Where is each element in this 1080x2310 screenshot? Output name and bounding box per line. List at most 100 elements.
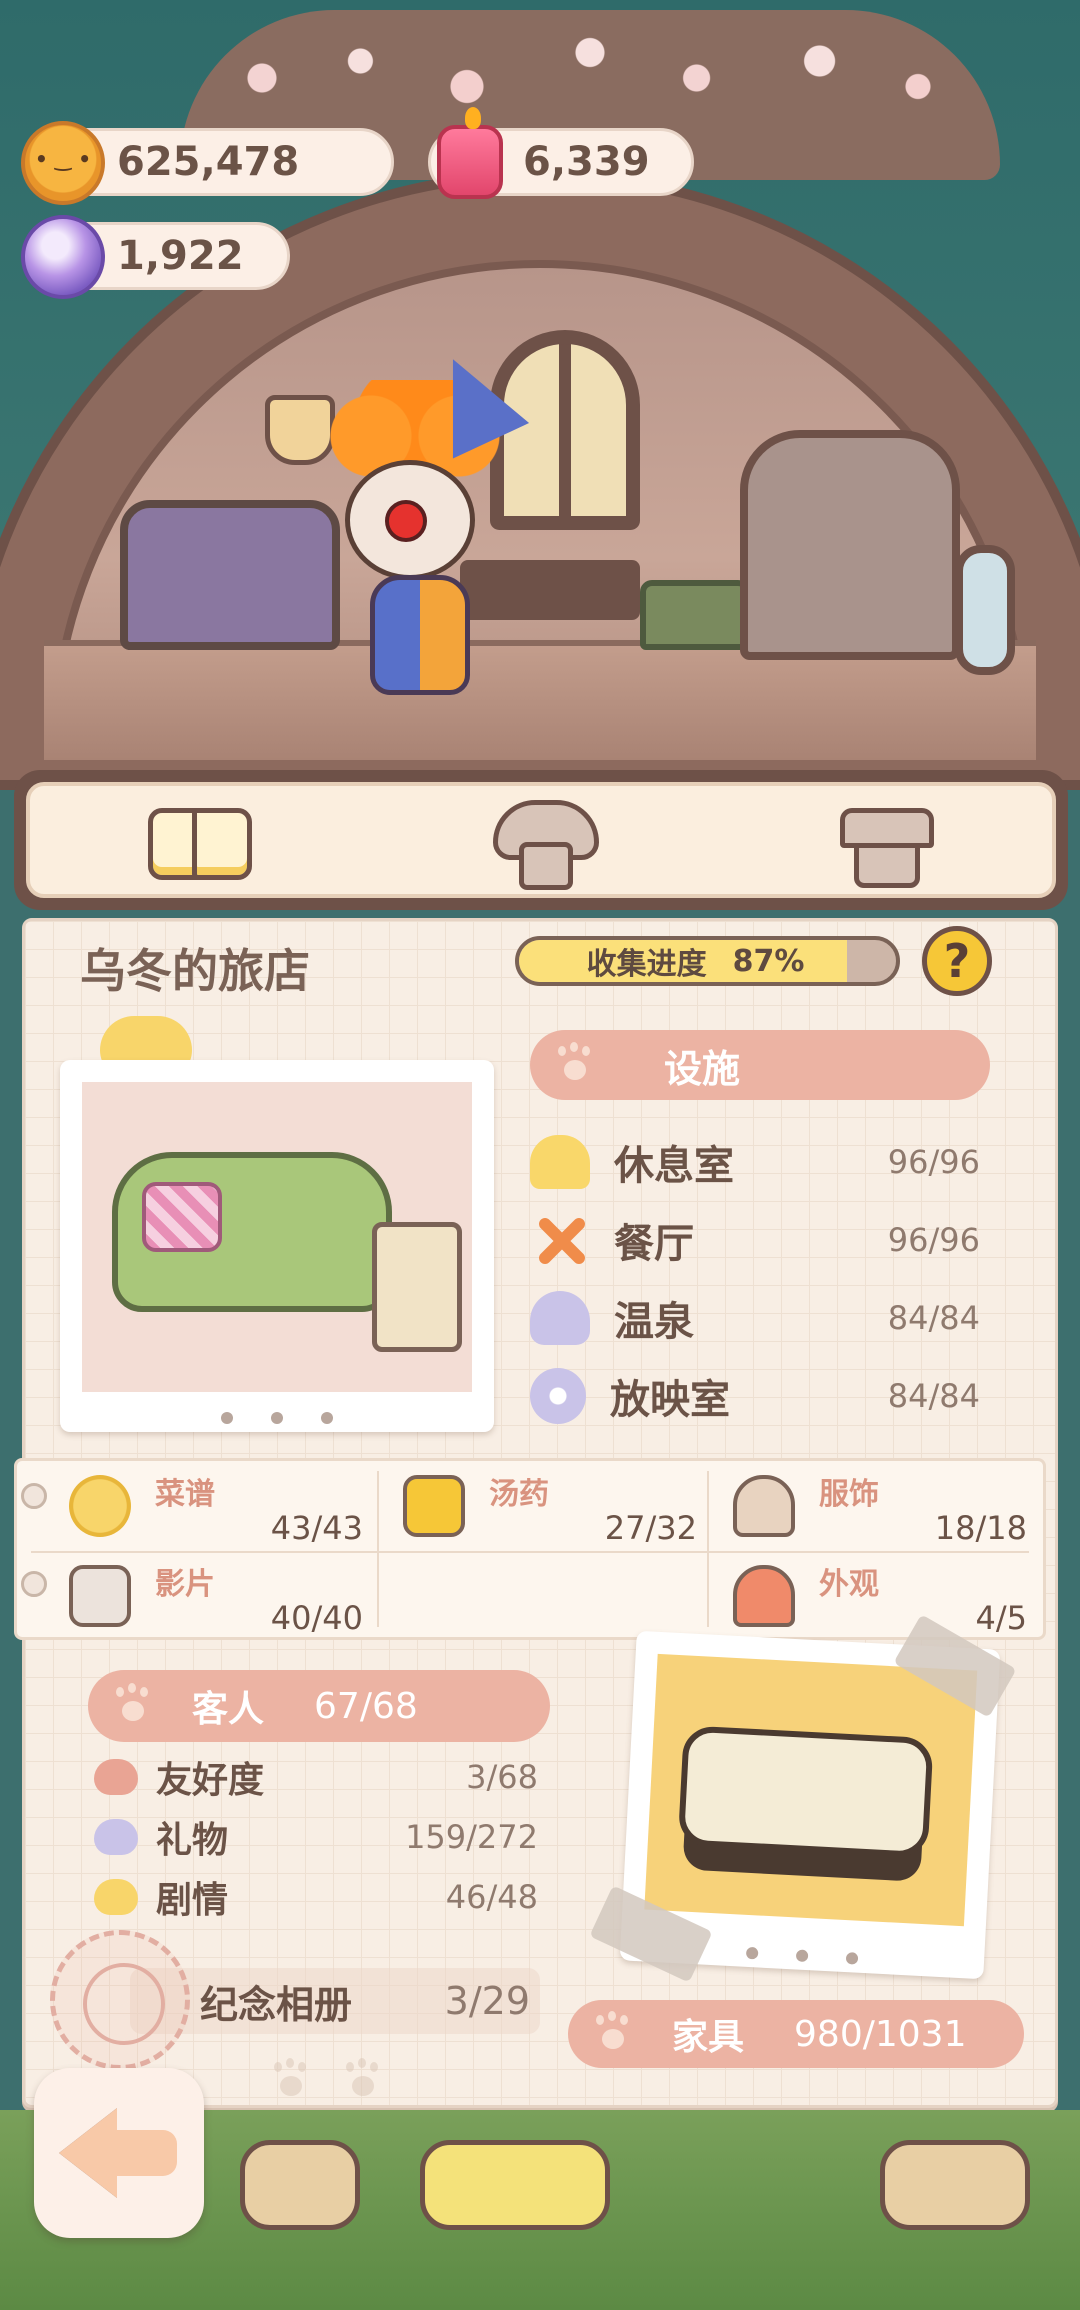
- bottom-building: [880, 2140, 1030, 2230]
- candle-currency[interactable]: 6,339: [428, 107, 694, 199]
- collection-name: 影片: [155, 1567, 215, 1602]
- cookie-icon: [21, 121, 105, 205]
- facility-count: 84/84: [887, 1377, 980, 1415]
- dining-icon: [530, 1213, 590, 1267]
- collection-progress-bar: 收集进度 87%: [515, 936, 900, 986]
- facility-row-hot-spring[interactable]: 温泉 84/84: [530, 1288, 980, 1348]
- tab-hotel[interactable]: [481, 795, 601, 890]
- pagination-dot[interactable]: [271, 1412, 283, 1424]
- guest-stat-friendship[interactable]: 友好度 3/68: [94, 1752, 538, 1802]
- photo-pagination: [60, 1412, 494, 1424]
- gift-heart-icon: [94, 1819, 138, 1855]
- facility-row-cinema[interactable]: 放映室 84/84: [530, 1366, 980, 1426]
- furniture-count: 980/1031: [794, 2013, 967, 2055]
- room-scene: [0, 0, 1080, 790]
- progress-value: 87%: [732, 943, 805, 979]
- mushroom-house-icon: [733, 1565, 795, 1627]
- facility-name: 餐厅: [614, 1221, 694, 1267]
- clapperboard-icon: [69, 1565, 131, 1627]
- collection-exterior[interactable]: 外观 4/5: [709, 1555, 1039, 1645]
- guest-stat-gifts[interactable]: 礼物 159/272: [94, 1812, 538, 1862]
- facilities-header[interactable]: 设施: [530, 1030, 990, 1100]
- potion-jar-icon: [403, 1475, 465, 1537]
- facilities-label: 设施: [664, 1046, 741, 1091]
- heart-icon: [94, 1759, 138, 1795]
- collection-outfits[interactable]: 服饰 18/18: [709, 1465, 1039, 1555]
- facility-name: 温泉: [614, 1299, 694, 1345]
- guests-header[interactable]: 客人 67/68: [88, 1670, 550, 1742]
- facility-row-lounge[interactable]: 休息室 96/96: [530, 1132, 980, 1192]
- shirt-icon: [839, 802, 934, 888]
- memory-album-row[interactable]: 纪念相册 3/29: [130, 1968, 540, 2034]
- collection-potions[interactable]: 汤药 27/32: [379, 1465, 709, 1555]
- postmark-stamp-icon: [50, 1930, 190, 2070]
- bench-illustration: [677, 1725, 934, 1859]
- guest-stat-story[interactable]: 剧情 46/48: [94, 1872, 538, 1922]
- progress-text: 收集进度 87%: [519, 940, 872, 983]
- stat-name: 友好度: [156, 1760, 265, 1801]
- page-title: 乌冬的旅店: [80, 944, 310, 998]
- album-label: 纪念相册: [200, 1982, 353, 2027]
- collection-count: 4/5: [975, 1599, 1028, 1637]
- facility-count: 84/84: [887, 1299, 980, 1337]
- facility-count: 96/96: [887, 1221, 980, 1259]
- side-table-illustration: [372, 1222, 462, 1352]
- pagination-dot[interactable]: [845, 1952, 859, 1965]
- back-arrow-icon: [59, 2108, 179, 2198]
- pagination-dot[interactable]: [745, 1946, 759, 1960]
- collection-name: 菜谱: [155, 1477, 215, 1512]
- wardrobe: [740, 430, 960, 660]
- furniture-header[interactable]: 家具 980/1031: [568, 2000, 1024, 2068]
- facility-row-dining[interactable]: 餐厅 96/96: [530, 1210, 980, 1270]
- back-button[interactable]: [34, 2068, 204, 2238]
- desk: [460, 560, 640, 620]
- furniture-label: 家具: [672, 2017, 745, 2058]
- character-body[interactable]: [370, 575, 470, 695]
- binder-ring: [21, 1571, 47, 1597]
- collection-films[interactable]: 影片 40/40: [45, 1555, 375, 1645]
- bottom-sign: [420, 2140, 610, 2230]
- paw-print-icon: [344, 2062, 380, 2098]
- collection-grid: 菜谱 43/43 汤药 27/32 服饰 18/18 影片 40/40 外观 4…: [14, 1458, 1046, 1640]
- collection-recipes[interactable]: 菜谱 43/43: [45, 1465, 375, 1555]
- pagination-dot[interactable]: [795, 1949, 809, 1963]
- sofa-picture: [82, 1082, 472, 1392]
- lounge-icon: [530, 1135, 590, 1189]
- paw-icon: [114, 1687, 152, 1725]
- bottom-building: [240, 2140, 360, 2230]
- pillow-illustration: [142, 1182, 222, 1252]
- paw-print-icon: [272, 2062, 308, 2098]
- cinema-icon: [530, 1368, 586, 1424]
- collection-count: 18/18: [934, 1509, 1027, 1547]
- stat-name: 礼物: [156, 1820, 229, 1861]
- paw-icon: [594, 2015, 632, 2053]
- treasure-chest: [640, 580, 750, 650]
- tab-collection-book[interactable]: [140, 795, 260, 885]
- stat-value: 159/272: [405, 1818, 538, 1856]
- cookie-currency[interactable]: 625,478: [21, 121, 394, 205]
- story-heart-icon: [94, 1879, 138, 1915]
- help-button[interactable]: ?: [922, 926, 992, 996]
- collection-count: 43/43: [270, 1509, 363, 1547]
- stat-value: 46/48: [445, 1878, 538, 1916]
- mirror: [955, 545, 1015, 675]
- gem-currency[interactable]: 1,922: [21, 215, 290, 299]
- collection-name: 服饰: [819, 1477, 879, 1512]
- tab-bar-inner: [26, 782, 1056, 898]
- collection-name: 汤药: [489, 1477, 549, 1512]
- pagination-dot[interactable]: [321, 1412, 333, 1424]
- guests-label: 客人: [192, 1689, 265, 1730]
- stat-name: 剧情: [156, 1880, 229, 1921]
- binder-ring: [21, 1483, 47, 1509]
- hotel-icon: [492, 800, 599, 890]
- featured-facility-photo[interactable]: [60, 1060, 494, 1432]
- facility-count: 96/96: [887, 1143, 980, 1181]
- book-icon: [148, 804, 253, 880]
- bed: [120, 500, 340, 650]
- pagination-dot[interactable]: [221, 1412, 233, 1424]
- tab-bar: [14, 770, 1068, 910]
- tab-outfit[interactable]: [822, 795, 942, 888]
- facility-name: 休息室: [614, 1143, 734, 1189]
- outfit-icon: [733, 1475, 795, 1537]
- character-nose: [385, 500, 427, 542]
